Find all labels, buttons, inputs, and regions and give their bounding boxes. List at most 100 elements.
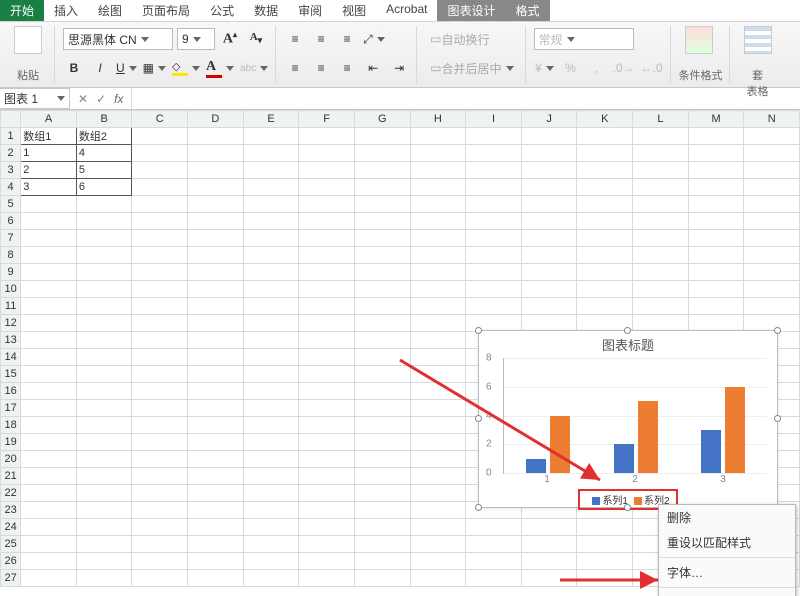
col-header-D[interactable]: D	[188, 111, 244, 128]
cell-C19[interactable]	[132, 434, 188, 451]
cell-J10[interactable]	[521, 281, 577, 298]
cell-H10[interactable]	[410, 281, 466, 298]
cell-B11[interactable]	[76, 298, 132, 315]
cell-H21[interactable]	[410, 468, 466, 485]
cell-H12[interactable]	[410, 315, 466, 332]
row-header-23[interactable]: 23	[1, 502, 21, 519]
cell-I27[interactable]	[466, 570, 522, 587]
cell-E17[interactable]	[243, 400, 299, 417]
row-header-16[interactable]: 16	[1, 383, 21, 400]
cell-H14[interactable]	[410, 349, 466, 366]
cell-H13[interactable]	[410, 332, 466, 349]
cell-B12[interactable]	[76, 315, 132, 332]
cell-J11[interactable]	[521, 298, 577, 315]
cell-I26[interactable]	[466, 553, 522, 570]
cell-A22[interactable]	[21, 485, 77, 502]
cell-A19[interactable]	[21, 434, 77, 451]
cell-C22[interactable]	[132, 485, 188, 502]
cell-L3[interactable]	[633, 162, 689, 179]
cell-J6[interactable]	[521, 213, 577, 230]
cell-D26[interactable]	[188, 553, 244, 570]
cell-A3[interactable]: 2	[21, 162, 77, 179]
cell-D10[interactable]	[188, 281, 244, 298]
cell-H6[interactable]	[410, 213, 466, 230]
cell-D4[interactable]	[188, 179, 244, 196]
bar-系列1-3[interactable]	[701, 430, 721, 473]
cell-B21[interactable]	[76, 468, 132, 485]
cell-E14[interactable]	[243, 349, 299, 366]
cell-G23[interactable]	[354, 502, 410, 519]
tab-格式[interactable]: 格式	[506, 0, 550, 21]
cell-F20[interactable]	[299, 451, 355, 468]
cell-E25[interactable]	[243, 536, 299, 553]
cell-H25[interactable]	[410, 536, 466, 553]
cell-F17[interactable]	[299, 400, 355, 417]
cell-E1[interactable]	[243, 128, 299, 145]
cell-M2[interactable]	[688, 145, 744, 162]
comma-icon[interactable]: ,	[586, 57, 608, 79]
cell-A16[interactable]	[21, 383, 77, 400]
cell-M3[interactable]	[688, 162, 744, 179]
align-right-icon[interactable]: ≡	[336, 57, 358, 79]
cell-B23[interactable]	[76, 502, 132, 519]
col-header-M[interactable]: M	[688, 111, 744, 128]
cell-D13[interactable]	[188, 332, 244, 349]
row-header-11[interactable]: 11	[1, 298, 21, 315]
cell-N10[interactable]	[744, 281, 800, 298]
cell-D16[interactable]	[188, 383, 244, 400]
cell-H20[interactable]	[410, 451, 466, 468]
cell-F16[interactable]	[299, 383, 355, 400]
cell-H17[interactable]	[410, 400, 466, 417]
cell-B6[interactable]	[76, 213, 132, 230]
row-header-10[interactable]: 10	[1, 281, 21, 298]
cell-J25[interactable]	[521, 536, 577, 553]
cell-H23[interactable]	[410, 502, 466, 519]
cell-G22[interactable]	[354, 485, 410, 502]
tab-开始[interactable]: 开始	[0, 0, 44, 21]
cell-A14[interactable]	[21, 349, 77, 366]
cell-D20[interactable]	[188, 451, 244, 468]
font-size-select[interactable]: 9	[177, 28, 215, 50]
cell-C17[interactable]	[132, 400, 188, 417]
cell-B4[interactable]: 6	[76, 179, 132, 196]
cell-C20[interactable]	[132, 451, 188, 468]
menu-item-重设以匹配样式[interactable]: 重设以匹配样式	[659, 530, 795, 555]
cell-B1[interactable]: 数组2	[76, 128, 132, 145]
cell-G12[interactable]	[354, 315, 410, 332]
cell-B16[interactable]	[76, 383, 132, 400]
row-header-26[interactable]: 26	[1, 553, 21, 570]
cell-F12[interactable]	[299, 315, 355, 332]
cell-M7[interactable]	[688, 230, 744, 247]
tab-插入[interactable]: 插入	[44, 0, 88, 21]
cell-C21[interactable]	[132, 468, 188, 485]
cell-B14[interactable]	[76, 349, 132, 366]
cell-C9[interactable]	[132, 264, 188, 281]
cell-C14[interactable]	[132, 349, 188, 366]
cell-D14[interactable]	[188, 349, 244, 366]
cell-B8[interactable]	[76, 247, 132, 264]
cell-L1[interactable]	[633, 128, 689, 145]
cell-G6[interactable]	[354, 213, 410, 230]
align-left-icon[interactable]: ≡	[284, 57, 306, 79]
row-header-12[interactable]: 12	[1, 315, 21, 332]
tab-公式[interactable]: 公式	[200, 0, 244, 21]
cell-C27[interactable]	[132, 570, 188, 587]
cell-G24[interactable]	[354, 519, 410, 536]
cell-B24[interactable]	[76, 519, 132, 536]
cell-L9[interactable]	[633, 264, 689, 281]
col-header-L[interactable]: L	[633, 111, 689, 128]
cell-H15[interactable]	[410, 366, 466, 383]
cell-K2[interactable]	[577, 145, 633, 162]
row-header-8[interactable]: 8	[1, 247, 21, 264]
menu-item-更改图表类型[interactable]: 更改图表类型▶	[659, 590, 795, 596]
cell-H19[interactable]	[410, 434, 466, 451]
cell-N9[interactable]	[744, 264, 800, 281]
italic-button[interactable]: I	[89, 57, 111, 79]
cell-A1[interactable]: 数组1	[21, 128, 77, 145]
tab-审阅[interactable]: 审阅	[288, 0, 332, 21]
cell-H3[interactable]	[410, 162, 466, 179]
cell-G13[interactable]	[354, 332, 410, 349]
cell-D24[interactable]	[188, 519, 244, 536]
cell-G2[interactable]	[354, 145, 410, 162]
cell-G14[interactable]	[354, 349, 410, 366]
